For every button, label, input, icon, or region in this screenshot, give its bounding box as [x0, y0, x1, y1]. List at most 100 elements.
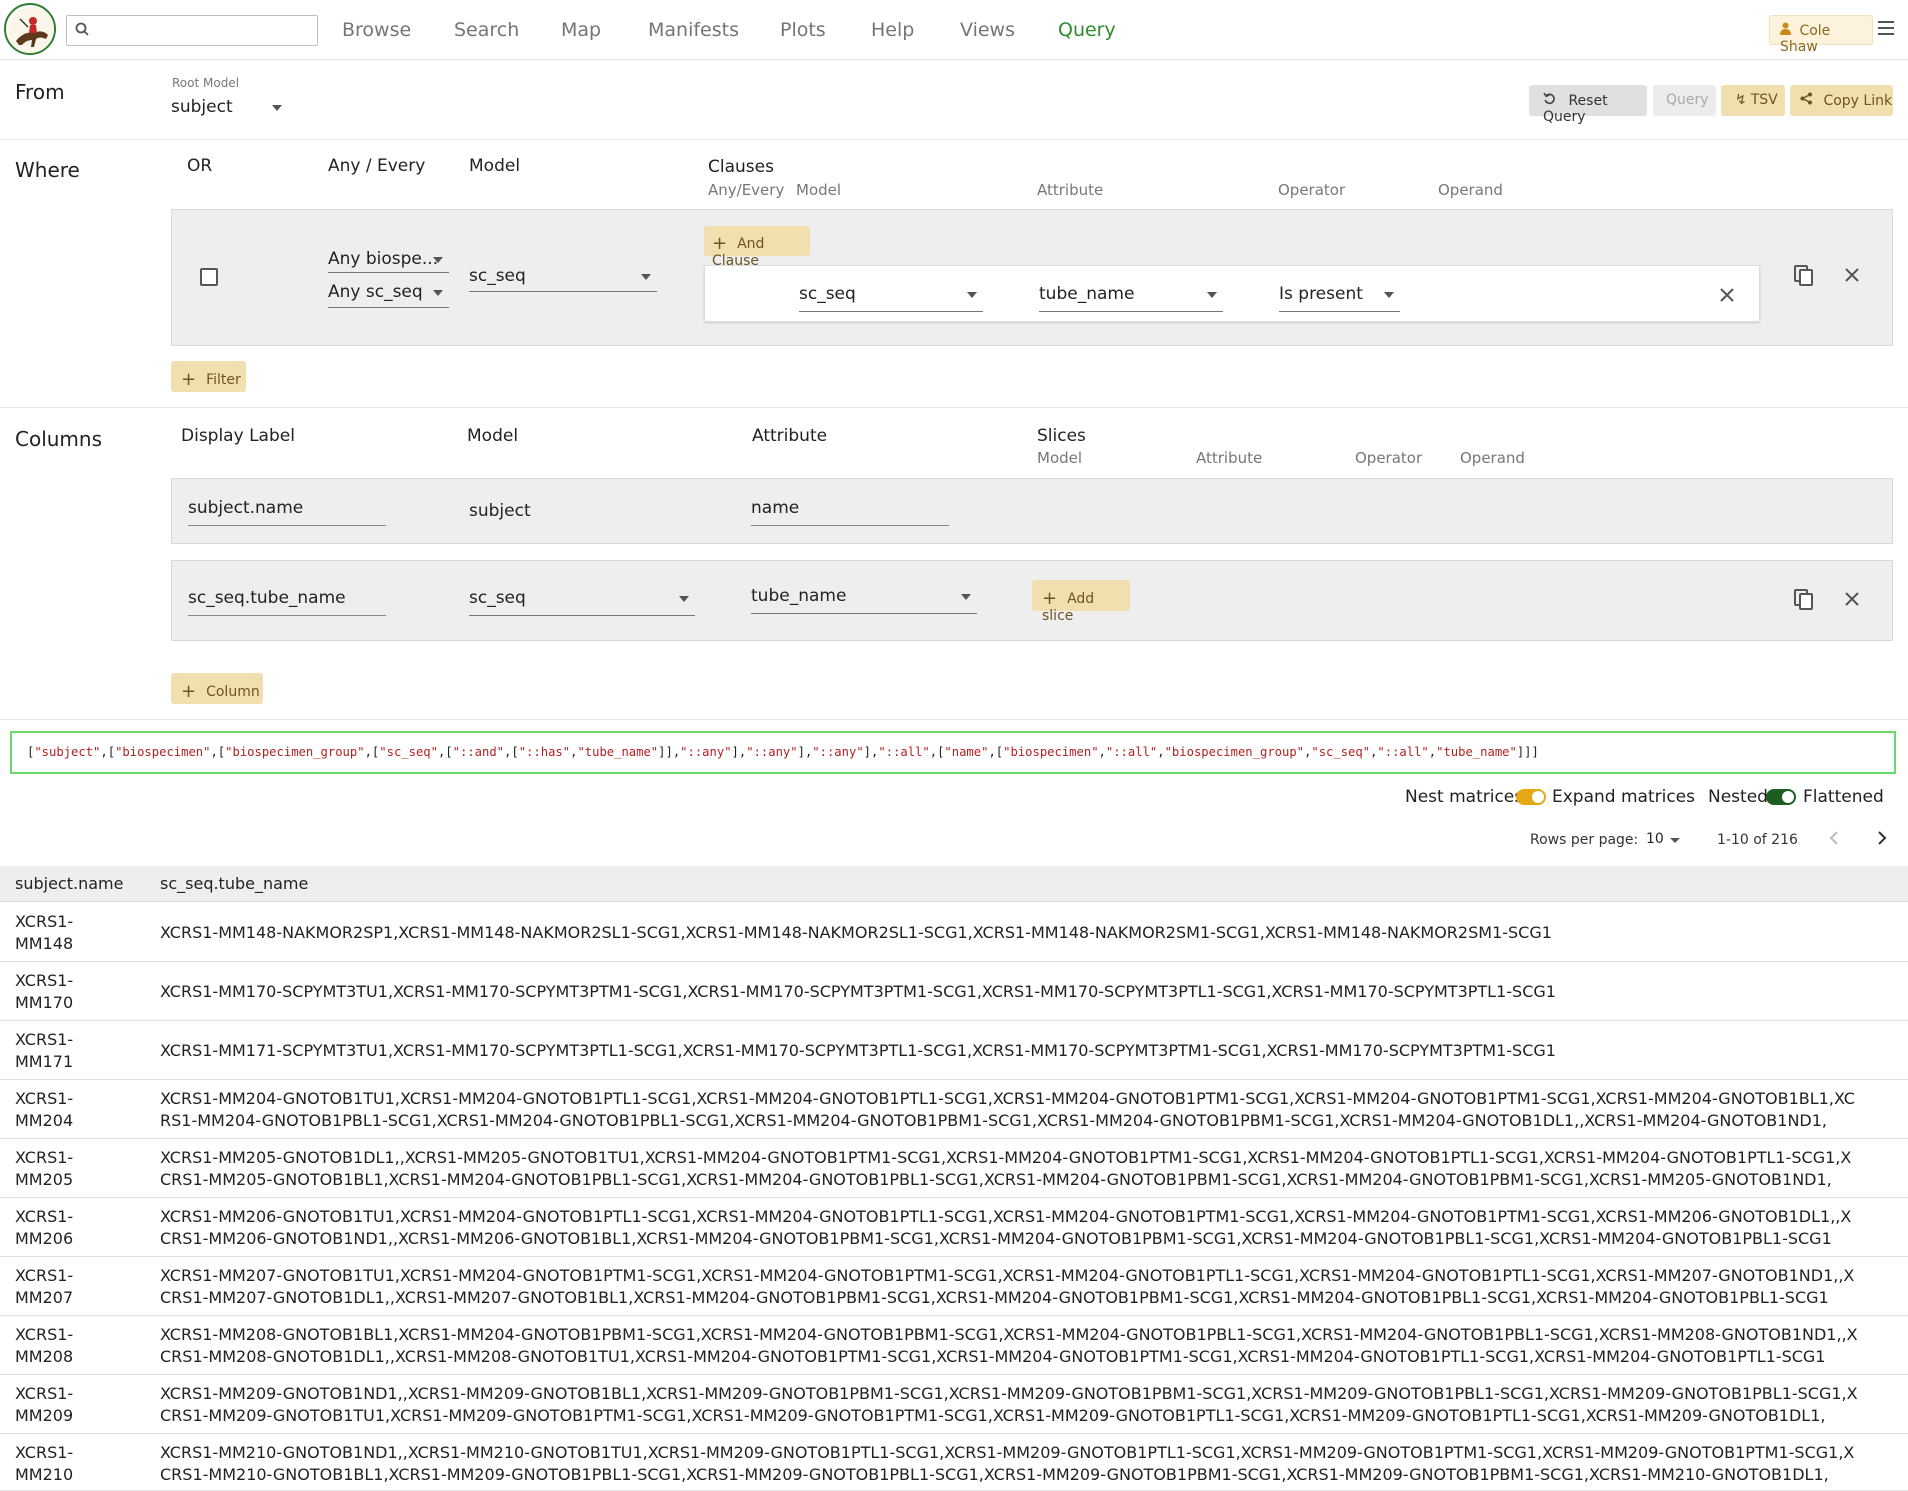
tube-name-cell: XCRS1-MM209-GNOTOB1ND1,,XCRS1-MM209-GNOT… — [160, 1384, 1858, 1425]
clause-model-value: sc_seq — [799, 284, 856, 304]
nav-query[interactable]: Query — [1058, 19, 1116, 41]
model-header: Model — [469, 156, 521, 176]
table-row: XCRS1-MM148 XCRS1-MM148-NAKMOR2SP1,XCRS1-… — [0, 903, 1908, 962]
table-row: XCRS1-MM206 XCRS1-MM206-GNOTOB1TU1,XCRS1-… — [0, 1198, 1908, 1257]
any-biospecimen-value: Any biospe... — [328, 249, 439, 269]
table-header: subject.name sc_seq.tube_name — [0, 866, 1908, 902]
table-row: XCRS1-MM207 XCRS1-MM207-GNOTOB1TU1,XCRS1-… — [0, 1257, 1908, 1316]
top-bar: Browse Search Map Manifests Plots Help V… — [0, 0, 1908, 60]
add-slice-button[interactable]: + Add slice — [1032, 580, 1130, 624]
rows-per-page-value: 10 — [1646, 831, 1664, 847]
plus-icon: + — [712, 233, 728, 254]
query-string-box[interactable]: ["subject",["biospecimen",["biospecimen_… — [10, 731, 1896, 774]
clause-subheader-attribute: Attribute — [1037, 181, 1104, 199]
matrices-toggle[interactable] — [1516, 789, 1546, 805]
nest-matrices-label: Nest matrices — [1405, 787, 1524, 807]
column-header-tube-name[interactable]: sc_seq.tube_name — [160, 874, 308, 893]
nav-help[interactable]: Help — [871, 19, 914, 41]
copy-filter-copy-icon[interactable] — [1792, 265, 1816, 289]
and-clause-button[interactable]: + And Clause — [704, 226, 810, 269]
prev-page-chevron-left-icon[interactable] — [1827, 829, 1841, 852]
search-icon — [75, 22, 89, 40]
root-model-select[interactable]: subject — [171, 97, 290, 123]
copy-column-copy-icon[interactable] — [1792, 589, 1816, 613]
app-logo[interactable] — [4, 3, 56, 55]
column-attribute-select[interactable]: tube_name — [751, 586, 977, 614]
filter-model-select[interactable]: sc_seq — [469, 266, 657, 292]
any-sc-seq-select[interactable]: Any sc_seq — [328, 282, 449, 308]
display-label-input[interactable]: sc_seq.tube_name — [188, 588, 386, 616]
subject-name-cell: XCRS1-MM204 — [15, 1089, 74, 1130]
table-row: XCRS1-MM209 XCRS1-MM209-GNOTOB1ND1,,XCRS1… — [0, 1375, 1908, 1434]
nav-plots[interactable]: Plots — [780, 19, 826, 41]
tube-name-cell: XCRS1-MM206-GNOTOB1TU1,XCRS1-MM204-GNOTO… — [160, 1207, 1852, 1248]
subject-name-cell: XCRS1-MM205 — [15, 1148, 74, 1189]
toggle-knob — [1782, 791, 1794, 803]
add-column-button[interactable]: + Column — [171, 673, 263, 704]
remove-clause-close-icon[interactable] — [1715, 285, 1739, 309]
clause-subheader-operand: Operand — [1438, 181, 1503, 199]
table-row: XCRS1-MM205 XCRS1-MM205-GNOTOB1DL1,,XCRS1… — [0, 1139, 1908, 1198]
remove-filter-close-icon[interactable] — [1840, 265, 1864, 289]
reset-query-button[interactable]: Reset Query — [1529, 85, 1647, 125]
clause-operator-value: Is present — [1279, 284, 1363, 304]
search-input[interactable] — [95, 19, 310, 43]
copy-link-button[interactable]: Copy Link — [1790, 85, 1893, 116]
clause-subheader-any-every: Any/Every — [708, 181, 785, 199]
clause-subheader-operator: Operator — [1278, 181, 1346, 199]
column-attribute-value: tube_name — [751, 586, 847, 606]
subject-name-cell: XCRS1-MM208 — [15, 1325, 74, 1366]
nesting-toggle[interactable] — [1766, 789, 1796, 805]
display-label-input[interactable]: subject.name — [188, 498, 386, 526]
tsv-button[interactable]: ↯ TSV — [1721, 85, 1785, 116]
clause-model-select[interactable]: sc_seq — [799, 284, 983, 312]
plus-icon: + — [181, 369, 197, 390]
nav-manifests[interactable]: Manifests — [648, 19, 739, 41]
add-filter-button[interactable]: + Filter — [171, 361, 246, 392]
remove-column-close-icon[interactable] — [1840, 589, 1864, 613]
tube-name-cell: XCRS1-MM170-SCPYMT3TU1,XCRS1-MM170-SCPYM… — [160, 982, 1556, 1001]
nav-map[interactable]: Map — [561, 19, 601, 41]
subject-name-cell: XCRS1-MM171 — [15, 1030, 74, 1071]
table-row: XCRS1-MM204 XCRS1-MM204-GNOTOB1TU1,XCRS1-… — [0, 1080, 1908, 1139]
add-filter-label: Filter — [206, 372, 241, 388]
divider — [0, 407, 1908, 408]
nested-label: Nested — [1708, 787, 1768, 807]
expand-matrices-label: Expand matrices — [1552, 787, 1695, 807]
chevron-down-icon — [641, 274, 651, 280]
chevron-down-icon — [1670, 838, 1680, 843]
rows-per-page-select[interactable]: 10 — [1646, 831, 1682, 851]
add-column-label: Column — [206, 684, 260, 700]
column-attribute-input[interactable]: name — [751, 498, 949, 526]
column-model-header: Model — [467, 426, 519, 446]
user-icon — [1780, 22, 1795, 39]
tube-name-cell: XCRS1-MM171-SCPYMT3TU1,XCRS1-MM170-SCPYM… — [160, 1041, 1556, 1060]
nav-views[interactable]: Views — [960, 19, 1015, 41]
user-button[interactable]: Cole Shaw — [1769, 15, 1873, 55]
column-header-subject-name[interactable]: subject.name — [15, 874, 123, 893]
plus-icon: + — [1042, 588, 1058, 609]
columns-label: Columns — [15, 427, 103, 451]
search-box[interactable] — [66, 15, 318, 46]
chevron-down-icon — [1207, 292, 1217, 298]
or-checkbox[interactable] — [200, 268, 218, 286]
hamburger-menu-icon[interactable] — [1876, 18, 1896, 38]
clause-attribute-select[interactable]: tube_name — [1039, 284, 1223, 312]
chevron-down-icon — [1384, 292, 1394, 298]
root-model-value: subject — [171, 97, 233, 117]
query-button[interactable]: Query — [1653, 85, 1716, 116]
root-model-label: Root Model — [172, 76, 240, 90]
nav-search[interactable]: Search — [454, 19, 519, 41]
nav-browse[interactable]: Browse — [342, 19, 411, 41]
next-page-chevron-right-icon[interactable] — [1875, 829, 1889, 852]
any-every-header: Any / Every — [328, 156, 426, 176]
tube-name-cell: XCRS1-MM210-GNOTOB1ND1,,XCRS1-MM210-GNOT… — [160, 1443, 1855, 1484]
column-attribute-header: Attribute — [752, 426, 828, 446]
display-label-header: Display Label — [181, 426, 295, 446]
chevron-down-icon — [967, 292, 977, 298]
divider — [0, 139, 1908, 140]
any-sc-seq-value: Any sc_seq — [328, 282, 423, 302]
column-model-select[interactable]: sc_seq — [469, 588, 695, 616]
clause-operator-select[interactable]: Is present — [1279, 284, 1400, 312]
any-biospecimen-select[interactable]: Any biospe... — [328, 249, 449, 273]
